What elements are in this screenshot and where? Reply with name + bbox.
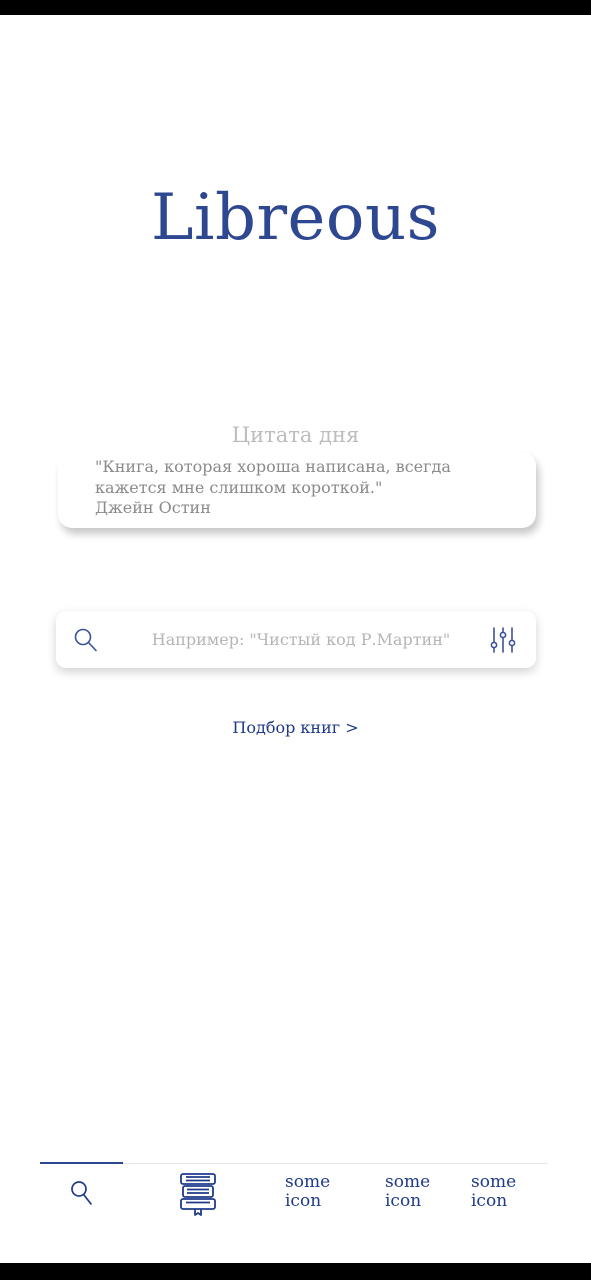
nav-item-label: some icon: [285, 1172, 331, 1211]
nav-item-library[interactable]: [160, 1164, 240, 1224]
bottom-nav: some icon some icon some icon: [40, 1162, 548, 1234]
book-selection-link[interactable]: Подбор книг >: [0, 716, 591, 740]
nav-item-4[interactable]: some icon: [380, 1164, 440, 1224]
app-title: Libreous: [151, 181, 440, 255]
quote-of-day-heading: Цитата дня: [231, 423, 360, 447]
quote-text: "Книга, которая хороша написана, всегда …: [95, 457, 451, 517]
books-stack-icon: [178, 1172, 218, 1216]
nav-item-search[interactable]: [40, 1164, 123, 1224]
search-icon[interactable]: [73, 627, 99, 653]
nav-item-5[interactable]: some icon: [467, 1164, 527, 1224]
nav-item-label: some icon: [385, 1172, 431, 1211]
search-input[interactable]: [116, 611, 486, 668]
nav-item-3[interactable]: some icon: [280, 1164, 340, 1224]
search-bar: [56, 611, 536, 668]
system-nav-bar: [0, 1263, 591, 1280]
quote-card: "Книга, которая хороша написана, всегда …: [58, 452, 536, 528]
status-bar: [0, 0, 591, 15]
search-icon: [70, 1179, 94, 1207]
filter-sliders-icon[interactable]: [490, 626, 516, 654]
nav-item-label: some icon: [471, 1172, 517, 1211]
